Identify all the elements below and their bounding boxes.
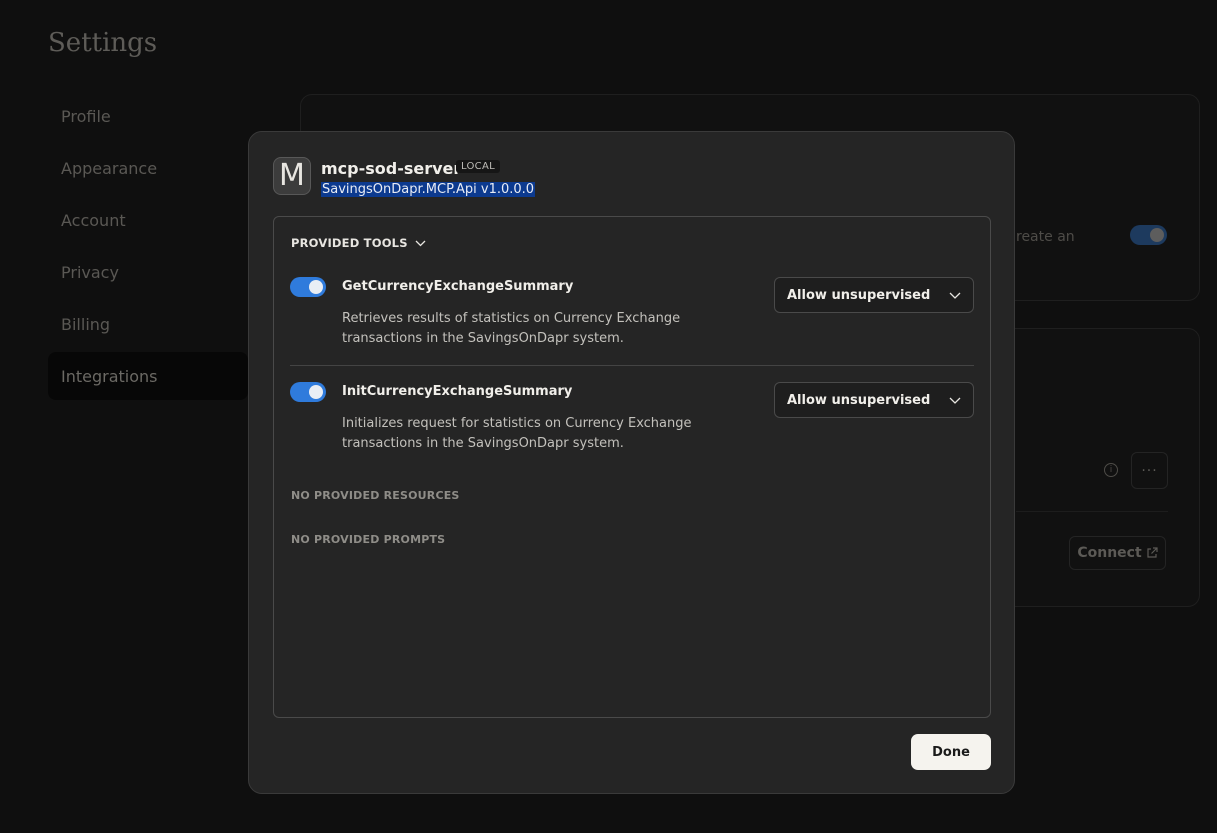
server-version: SavingsOnDapr.MCP.Api v1.0.0.0	[321, 182, 536, 197]
tool-row: GetCurrencyExchangeSummary Retrieves res…	[290, 277, 974, 366]
settings-sidebar: Profile Appearance Account Privacy Billi…	[48, 92, 248, 404]
provided-tools-label: PROVIDED TOOLS	[291, 236, 408, 250]
toggle-knob	[309, 385, 323, 399]
permission-select[interactable]: Allow unsupervised	[774, 277, 974, 313]
permission-select[interactable]: Allow unsupervised	[774, 382, 974, 418]
more-options-label: ···	[1141, 462, 1158, 479]
settings-title: Settings	[48, 28, 158, 58]
tool-enable-toggle[interactable]	[290, 382, 326, 402]
background-toggle[interactable]	[1130, 225, 1167, 245]
provided-tools-toggle[interactable]: PROVIDED TOOLS	[291, 236, 426, 250]
toggle-knob	[309, 280, 323, 294]
sidebar-item-privacy[interactable]: Privacy	[48, 248, 248, 296]
sidebar-item-appearance[interactable]: Appearance	[48, 144, 248, 192]
sidebar-item-profile[interactable]: Profile	[48, 92, 248, 140]
sidebar-item-account[interactable]: Account	[48, 196, 248, 244]
divider	[1016, 511, 1168, 512]
connect-label: Connect	[1077, 545, 1142, 561]
toggle-knob	[1150, 228, 1164, 242]
server-name: mcp-sod-server	[321, 159, 462, 178]
done-label: Done	[932, 744, 970, 760]
tool-description: Retrieves results of statistics on Curre…	[342, 311, 681, 346]
permission-value: Allow unsupervised	[787, 392, 931, 408]
connect-button[interactable]: Connect	[1069, 536, 1166, 570]
tools-panel: PROVIDED TOOLS GetCurrencyExchangeSummar…	[273, 216, 991, 718]
tool-description: Initializes request for statistics on Cu…	[342, 416, 692, 451]
chevron-down-icon	[949, 397, 961, 404]
server-details-dialog: M mcp-sod-server LOCAL SavingsOnDapr.MCP…	[248, 131, 1015, 794]
chevron-down-icon	[415, 240, 426, 246]
tool-row: InitCurrencyExchangeSummary Initializes …	[290, 382, 974, 462]
settings-page: Settings Profile Appearance Account Priv…	[0, 0, 1217, 833]
permission-value: Allow unsupervised	[787, 287, 931, 303]
tool-name: GetCurrencyExchangeSummary	[342, 279, 574, 294]
local-badge: LOCAL	[456, 160, 500, 173]
info-icon[interactable]: i	[1104, 463, 1118, 477]
no-prompts-label: NO PROVIDED PROMPTS	[291, 533, 446, 546]
external-link-icon	[1147, 547, 1158, 558]
done-button[interactable]: Done	[911, 734, 991, 770]
sidebar-item-integrations[interactable]: Integrations	[48, 352, 248, 400]
tool-enable-toggle[interactable]	[290, 277, 326, 297]
background-text: reate an	[1016, 229, 1075, 245]
tool-name: InitCurrencyExchangeSummary	[342, 384, 573, 399]
more-options-button[interactable]: ···	[1131, 452, 1168, 489]
chevron-down-icon	[949, 292, 961, 299]
sidebar-item-billing[interactable]: Billing	[48, 300, 248, 348]
no-resources-label: NO PROVIDED RESOURCES	[291, 489, 460, 502]
server-avatar: M	[273, 157, 311, 195]
